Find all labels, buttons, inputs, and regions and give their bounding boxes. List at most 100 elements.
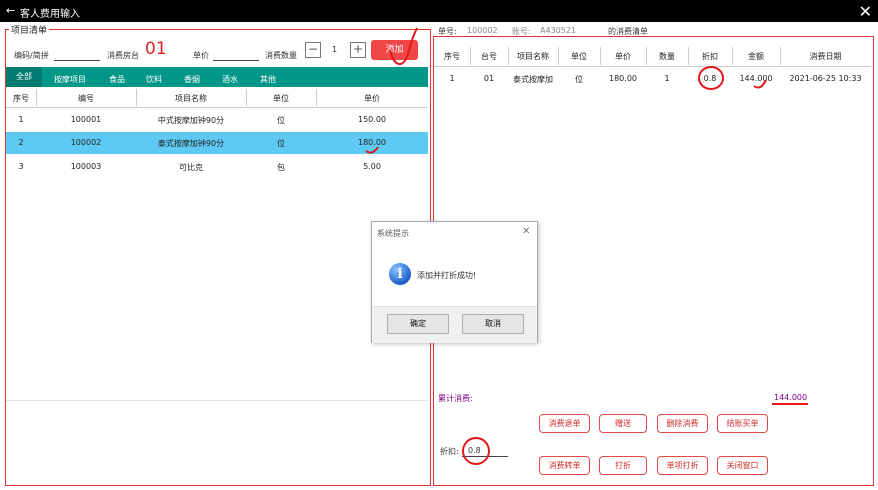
- transfer-button[interactable]: 消费转单: [539, 456, 590, 475]
- col-discount: 折扣: [702, 52, 718, 61]
- annotation-discount-input-circle: [462, 437, 490, 465]
- consumption-table-header: 序号 台号 项目名称 单位 单价 数量 折扣 金额 消费日期: [434, 46, 871, 66]
- dialog-ok-button[interactable]: 确定: [387, 314, 449, 334]
- list-title: 的消费清单: [608, 27, 648, 36]
- row-unit: 包: [277, 163, 285, 172]
- title-bar: ← 客人费用输入 ✕: [0, 0, 878, 22]
- col-divider: [316, 89, 317, 106]
- total-value: 144.000: [774, 393, 808, 402]
- category-drinks[interactable]: 饮料: [146, 74, 162, 85]
- qty-label: 消费数量: [265, 51, 297, 60]
- table-bottom-divider: [6, 400, 428, 401]
- row-name: 中式按摩加钟90分: [157, 116, 225, 125]
- room-value: 01: [145, 39, 167, 59]
- dialog-message: 添加并打折成功!: [417, 271, 477, 280]
- col-divider: [470, 47, 471, 65]
- row-qty: 1: [664, 74, 670, 83]
- annotation-total-underline: [772, 403, 808, 405]
- col-divider: [780, 47, 781, 65]
- table-row[interactable]: 3 100003 可比克 包 5.00: [6, 156, 428, 178]
- col-divider: [136, 89, 137, 106]
- row-unit: 位: [575, 75, 583, 84]
- items-table-header: 序号 编号 项目名称 单位 单价: [6, 88, 428, 107]
- item-discount-button[interactable]: 单项打折: [657, 456, 708, 475]
- category-cigarettes[interactable]: 香烟: [184, 74, 200, 85]
- annotation-add-check: [389, 28, 418, 65]
- category-bar: 全部 按摩项目 食品 饮料 香烟 酒水 其他: [6, 67, 428, 87]
- row-price: 150.00: [358, 115, 386, 124]
- row-index: 3: [18, 162, 24, 171]
- close-window-icon[interactable]: ✕: [859, 2, 872, 21]
- category-food[interactable]: 食品: [109, 74, 125, 85]
- qty-value[interactable]: 1: [332, 45, 337, 54]
- project-list-legend: 项目清单: [9, 23, 50, 36]
- col-divider: [508, 47, 509, 65]
- code-input[interactable]: [54, 50, 100, 61]
- header-divider: [6, 107, 428, 108]
- table-row[interactable]: 1 100001 中式按摩加钟90分 位 150.00: [6, 109, 428, 131]
- info-icon: i: [389, 263, 411, 285]
- col-qty: 数量: [659, 52, 675, 61]
- col-table-no: 台号: [481, 52, 497, 61]
- row-date: 2021-06-25 10:33: [789, 74, 862, 83]
- gift-button[interactable]: 赠送: [599, 414, 647, 433]
- row-code: 100002: [70, 138, 102, 147]
- annotation-amount-mark: [753, 79, 767, 89]
- row-item-name: 泰式按摩加: [513, 75, 553, 84]
- back-arrow-icon[interactable]: ←: [6, 4, 15, 17]
- qty-plus-button[interactable]: +: [350, 42, 366, 58]
- row-code: 100001: [70, 115, 102, 124]
- row-price: 180.00: [609, 74, 637, 83]
- category-liquor[interactable]: 酒水: [222, 74, 238, 85]
- annotation-discount-circle: [698, 66, 724, 90]
- col-price: 单价: [364, 94, 380, 103]
- col-divider: [732, 47, 733, 65]
- row-code: 100003: [70, 162, 102, 171]
- col-name: 项目名称: [175, 94, 207, 103]
- row-index: 1: [18, 115, 24, 124]
- col-divider: [558, 47, 559, 65]
- col-amount: 金额: [748, 52, 764, 61]
- header-divider: [434, 66, 871, 67]
- dialog-close-icon[interactable]: ✕: [522, 226, 530, 237]
- row-name: 可比克: [179, 163, 203, 172]
- row-name: 泰式按摩加钟90分: [157, 139, 225, 148]
- col-divider: [600, 47, 601, 65]
- close-window-button[interactable]: 关闭窗口: [717, 456, 768, 475]
- col-index: 序号: [13, 94, 29, 103]
- category-massage[interactable]: 按摩项目: [54, 74, 86, 85]
- dialog-footer: 确定 取消: [372, 306, 537, 343]
- col-price: 单价: [615, 52, 631, 61]
- category-other[interactable]: 其他: [260, 74, 276, 85]
- dialog-cancel-button[interactable]: 取消: [462, 314, 524, 334]
- col-index: 序号: [444, 52, 460, 61]
- room-label: 消费房台: [107, 51, 139, 60]
- refund-button[interactable]: 消费退单: [539, 414, 590, 433]
- code-label: 编码/简拼: [14, 51, 49, 60]
- col-divider: [688, 47, 689, 65]
- col-item-name: 项目名称: [517, 52, 549, 61]
- discount-label: 折扣:: [440, 447, 459, 456]
- category-all[interactable]: 全部: [6, 67, 42, 87]
- account-value: A430521: [540, 26, 577, 35]
- qty-minus-button[interactable]: −: [305, 42, 321, 58]
- col-divider: [36, 89, 37, 106]
- col-divider: [646, 47, 647, 65]
- annotation-price-mark: [365, 146, 379, 154]
- row-unit: 位: [277, 139, 285, 148]
- window-title: 客人费用输入: [20, 9, 80, 20]
- system-dialog: 系统提示 ✕ i 添加并打折成功! 确定 取消: [371, 221, 538, 343]
- checkout-button[interactable]: 结账买单: [717, 414, 768, 433]
- price-input[interactable]: [213, 50, 259, 61]
- delete-consumption-button[interactable]: 删除消费: [657, 414, 708, 433]
- discount-button[interactable]: 打折: [599, 456, 647, 475]
- order-label: 单号:: [438, 27, 457, 36]
- consumption-row[interactable]: 1 01 泰式按摩加 位 180.00 1 0.8 144.000 2021-0…: [434, 68, 871, 90]
- row-unit: 位: [277, 116, 285, 125]
- row-price: 5.00: [363, 162, 381, 171]
- dialog-title: 系统提示: [377, 229, 409, 238]
- row-index: 1: [449, 74, 455, 83]
- col-divider: [246, 89, 247, 106]
- row-table-no: 01: [483, 74, 495, 83]
- order-value: 100002: [467, 26, 498, 35]
